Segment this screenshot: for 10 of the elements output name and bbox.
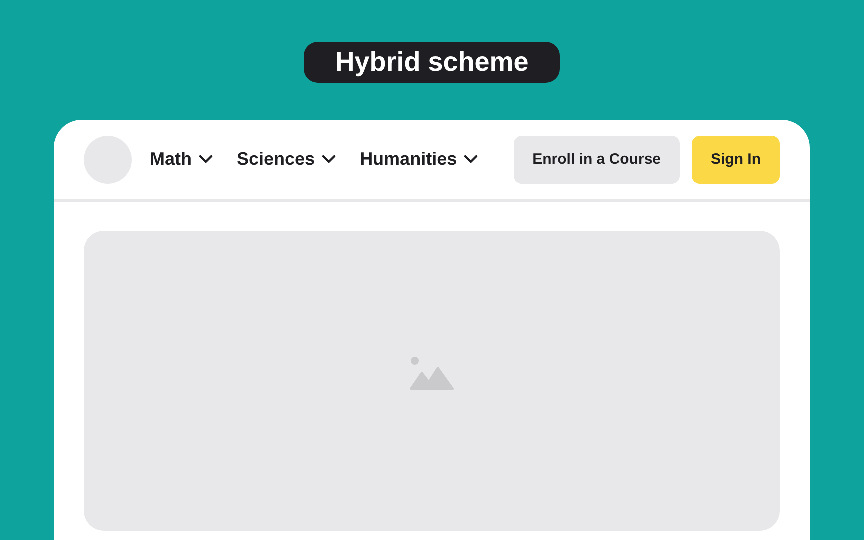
sign-in-button[interactable]: Sign In [692, 136, 780, 184]
nav-menu[interactable]: Sciences [237, 149, 336, 170]
title-badge: Hybrid scheme [304, 42, 560, 83]
nav-menu[interactable]: Humanities [360, 149, 478, 170]
chevron-down-icon [322, 155, 336, 164]
nav-menu[interactable]: Math [150, 149, 213, 170]
enroll-button[interactable]: Enroll in a Course [514, 136, 680, 184]
image-icon [410, 356, 454, 390]
chevron-down-icon [199, 155, 213, 164]
chevron-down-icon [464, 155, 478, 164]
